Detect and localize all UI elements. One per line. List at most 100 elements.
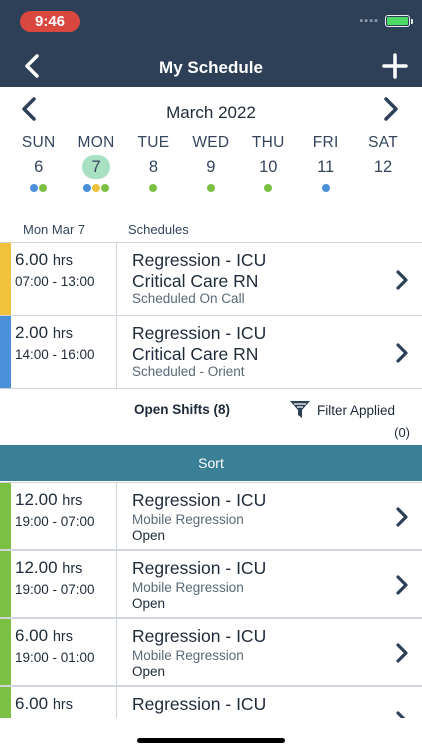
month-selector: March 2022	[0, 87, 422, 131]
signal-icon: ▪▪▪▪	[359, 15, 379, 27]
day-fri[interactable]: FRI 11	[297, 134, 354, 204]
status-stripe	[0, 551, 11, 617]
home-indicator[interactable]	[137, 738, 285, 743]
status-indicators: ▪▪▪▪	[359, 15, 413, 27]
schedules-label: Schedules	[128, 222, 189, 237]
schedule-card[interactable]: 2.00 hrs 14:00 - 16:00 Regression - ICU Cri…	[0, 315, 422, 389]
shift-indicator-dot	[149, 184, 158, 192]
day-number: 7	[82, 155, 111, 179]
day-name: THU	[251, 134, 285, 151]
chevron-right-icon[interactable]	[394, 642, 410, 664]
time-range: 14:00 - 16:00	[15, 347, 95, 362]
day-name: TUE	[137, 134, 170, 151]
filter-applied-label[interactable]: Filter Applied	[317, 403, 395, 418]
hours-value: 12.00	[15, 558, 58, 577]
day-number: 6	[34, 158, 44, 176]
shift-unit: Regression - ICU	[132, 626, 267, 646]
shift-details: Regression - ICU Mobile Regression Open	[132, 551, 382, 617]
day-mon[interactable]: MON 7	[67, 134, 124, 204]
shift-dots	[354, 184, 411, 196]
battery-icon	[385, 15, 413, 27]
shift-details: Regression - ICU Mobile Regression Open	[132, 619, 382, 685]
shift-duration: 6.00 hrs 19:00 - 01:00	[11, 619, 117, 685]
week-strip: SUN 6 MON 7 TUE 8 WED 9 THU 10 FRI 11 SAT 12	[0, 134, 422, 204]
shift-dots	[182, 184, 239, 196]
hours-value: 2.00	[15, 323, 49, 342]
status-stripe	[0, 316, 11, 388]
filter-icon[interactable]	[289, 400, 311, 420]
page-title: My Schedule	[159, 58, 263, 77]
status-time: 9:46	[20, 11, 80, 32]
day-number: 10	[259, 158, 278, 176]
shift-role: Critical Care RN	[132, 344, 259, 364]
hours-unit: hrs	[62, 493, 83, 509]
shift-location: Mobile Regression	[132, 580, 244, 595]
shift-indicator-dot	[206, 184, 215, 192]
sort-button[interactable]: Sort	[0, 445, 422, 481]
time-range: 19:00 - 07:00	[15, 582, 95, 597]
filter-count: (0)	[394, 425, 410, 440]
hours-unit: hrs	[62, 561, 83, 577]
chevron-right-icon[interactable]	[394, 342, 410, 364]
shift-status: Open	[132, 528, 166, 543]
shift-details: Regression - ICU Critical Care RN Schedule…	[132, 316, 382, 388]
shift-dots	[125, 184, 182, 196]
shift-dots	[240, 184, 297, 196]
shift-indicator-dot	[39, 184, 48, 192]
hours-unit: hrs	[52, 629, 73, 645]
shift-indicator-dot	[30, 184, 39, 192]
status-stripe	[0, 243, 11, 315]
shift-unit: Regression - ICU	[132, 694, 267, 714]
shift-duration: 6.00 hrs 07:00 - 13:00	[11, 243, 117, 315]
day-sat[interactable]: SAT 12	[354, 134, 411, 204]
day-name: MON	[77, 134, 115, 151]
day-name: WED	[192, 134, 230, 151]
hours-value: 12.00	[15, 490, 58, 509]
month-title: March 2022	[166, 103, 256, 122]
shift-unit: Regression - ICU	[132, 250, 267, 270]
hours-value: 6.00	[15, 250, 49, 269]
hours-unit: hrs	[52, 326, 73, 342]
shift-indicator-dot	[92, 184, 101, 192]
open-shift-card[interactable]: 6.00 hrs 19:00 - 01:00 Regression - ICU Mob…	[0, 618, 422, 686]
hours-unit: hrs	[52, 697, 73, 713]
time-range: 19:00 - 01:00	[15, 650, 95, 665]
chevron-right-icon[interactable]	[394, 574, 410, 596]
shift-dots	[67, 184, 124, 196]
day-wed[interactable]: WED 9	[182, 134, 239, 204]
shift-indicator-dot	[264, 184, 273, 192]
day-name: SAT	[368, 134, 398, 151]
shift-unit: Regression - ICU	[132, 323, 267, 343]
shift-duration: 12.00 hrs 19:00 - 07:00	[11, 551, 117, 617]
add-icon[interactable]	[382, 53, 408, 79]
open-shift-card[interactable]: 12.00 hrs 19:00 - 07:00 Regression - ICU Mo…	[0, 482, 422, 550]
shift-details: Regression - ICU Mobile Regression Open	[132, 483, 382, 549]
time-range: 07:00 - 13:00	[15, 274, 95, 289]
shift-role: Critical Care RN	[132, 271, 259, 291]
shift-unit: Regression - ICU	[132, 558, 267, 578]
shift-location: Mobile Regression	[132, 512, 244, 527]
chevron-right-icon[interactable]	[394, 269, 410, 291]
hours-value: 6.00	[15, 694, 49, 713]
shift-status: Open	[132, 664, 166, 679]
day-sun[interactable]: SUN 6	[10, 134, 67, 204]
shift-indicator-dot	[83, 184, 92, 192]
hours-value: 6.00	[15, 626, 49, 645]
day-tue[interactable]: TUE 8	[125, 134, 182, 204]
shift-location: Mobile Regression	[132, 648, 244, 663]
hours-unit: hrs	[52, 253, 73, 269]
chevron-right-icon[interactable]	[394, 506, 410, 528]
open-shift-card[interactable]: 12.00 hrs 19:00 - 07:00 Regression - ICU Mo…	[0, 550, 422, 618]
shift-dots	[10, 184, 67, 196]
shift-indicator-dot	[101, 184, 110, 192]
shift-unit: Regression - ICU	[132, 490, 267, 510]
schedule-card[interactable]: 6.00 hrs 07:00 - 13:00 Regression - ICU Cri…	[0, 242, 422, 316]
time-range: 19:00 - 07:00	[15, 514, 95, 529]
shift-status: Scheduled - Orient	[132, 364, 245, 379]
day-name: SUN	[21, 134, 56, 151]
day-number: 8	[148, 158, 159, 176]
next-week-chevron-icon[interactable]	[380, 95, 402, 123]
day-thu[interactable]: THU 10	[240, 134, 297, 204]
day-name: FRI	[312, 134, 339, 151]
app-header: 9:46 ▪▪▪▪ My Schedule	[0, 0, 422, 87]
